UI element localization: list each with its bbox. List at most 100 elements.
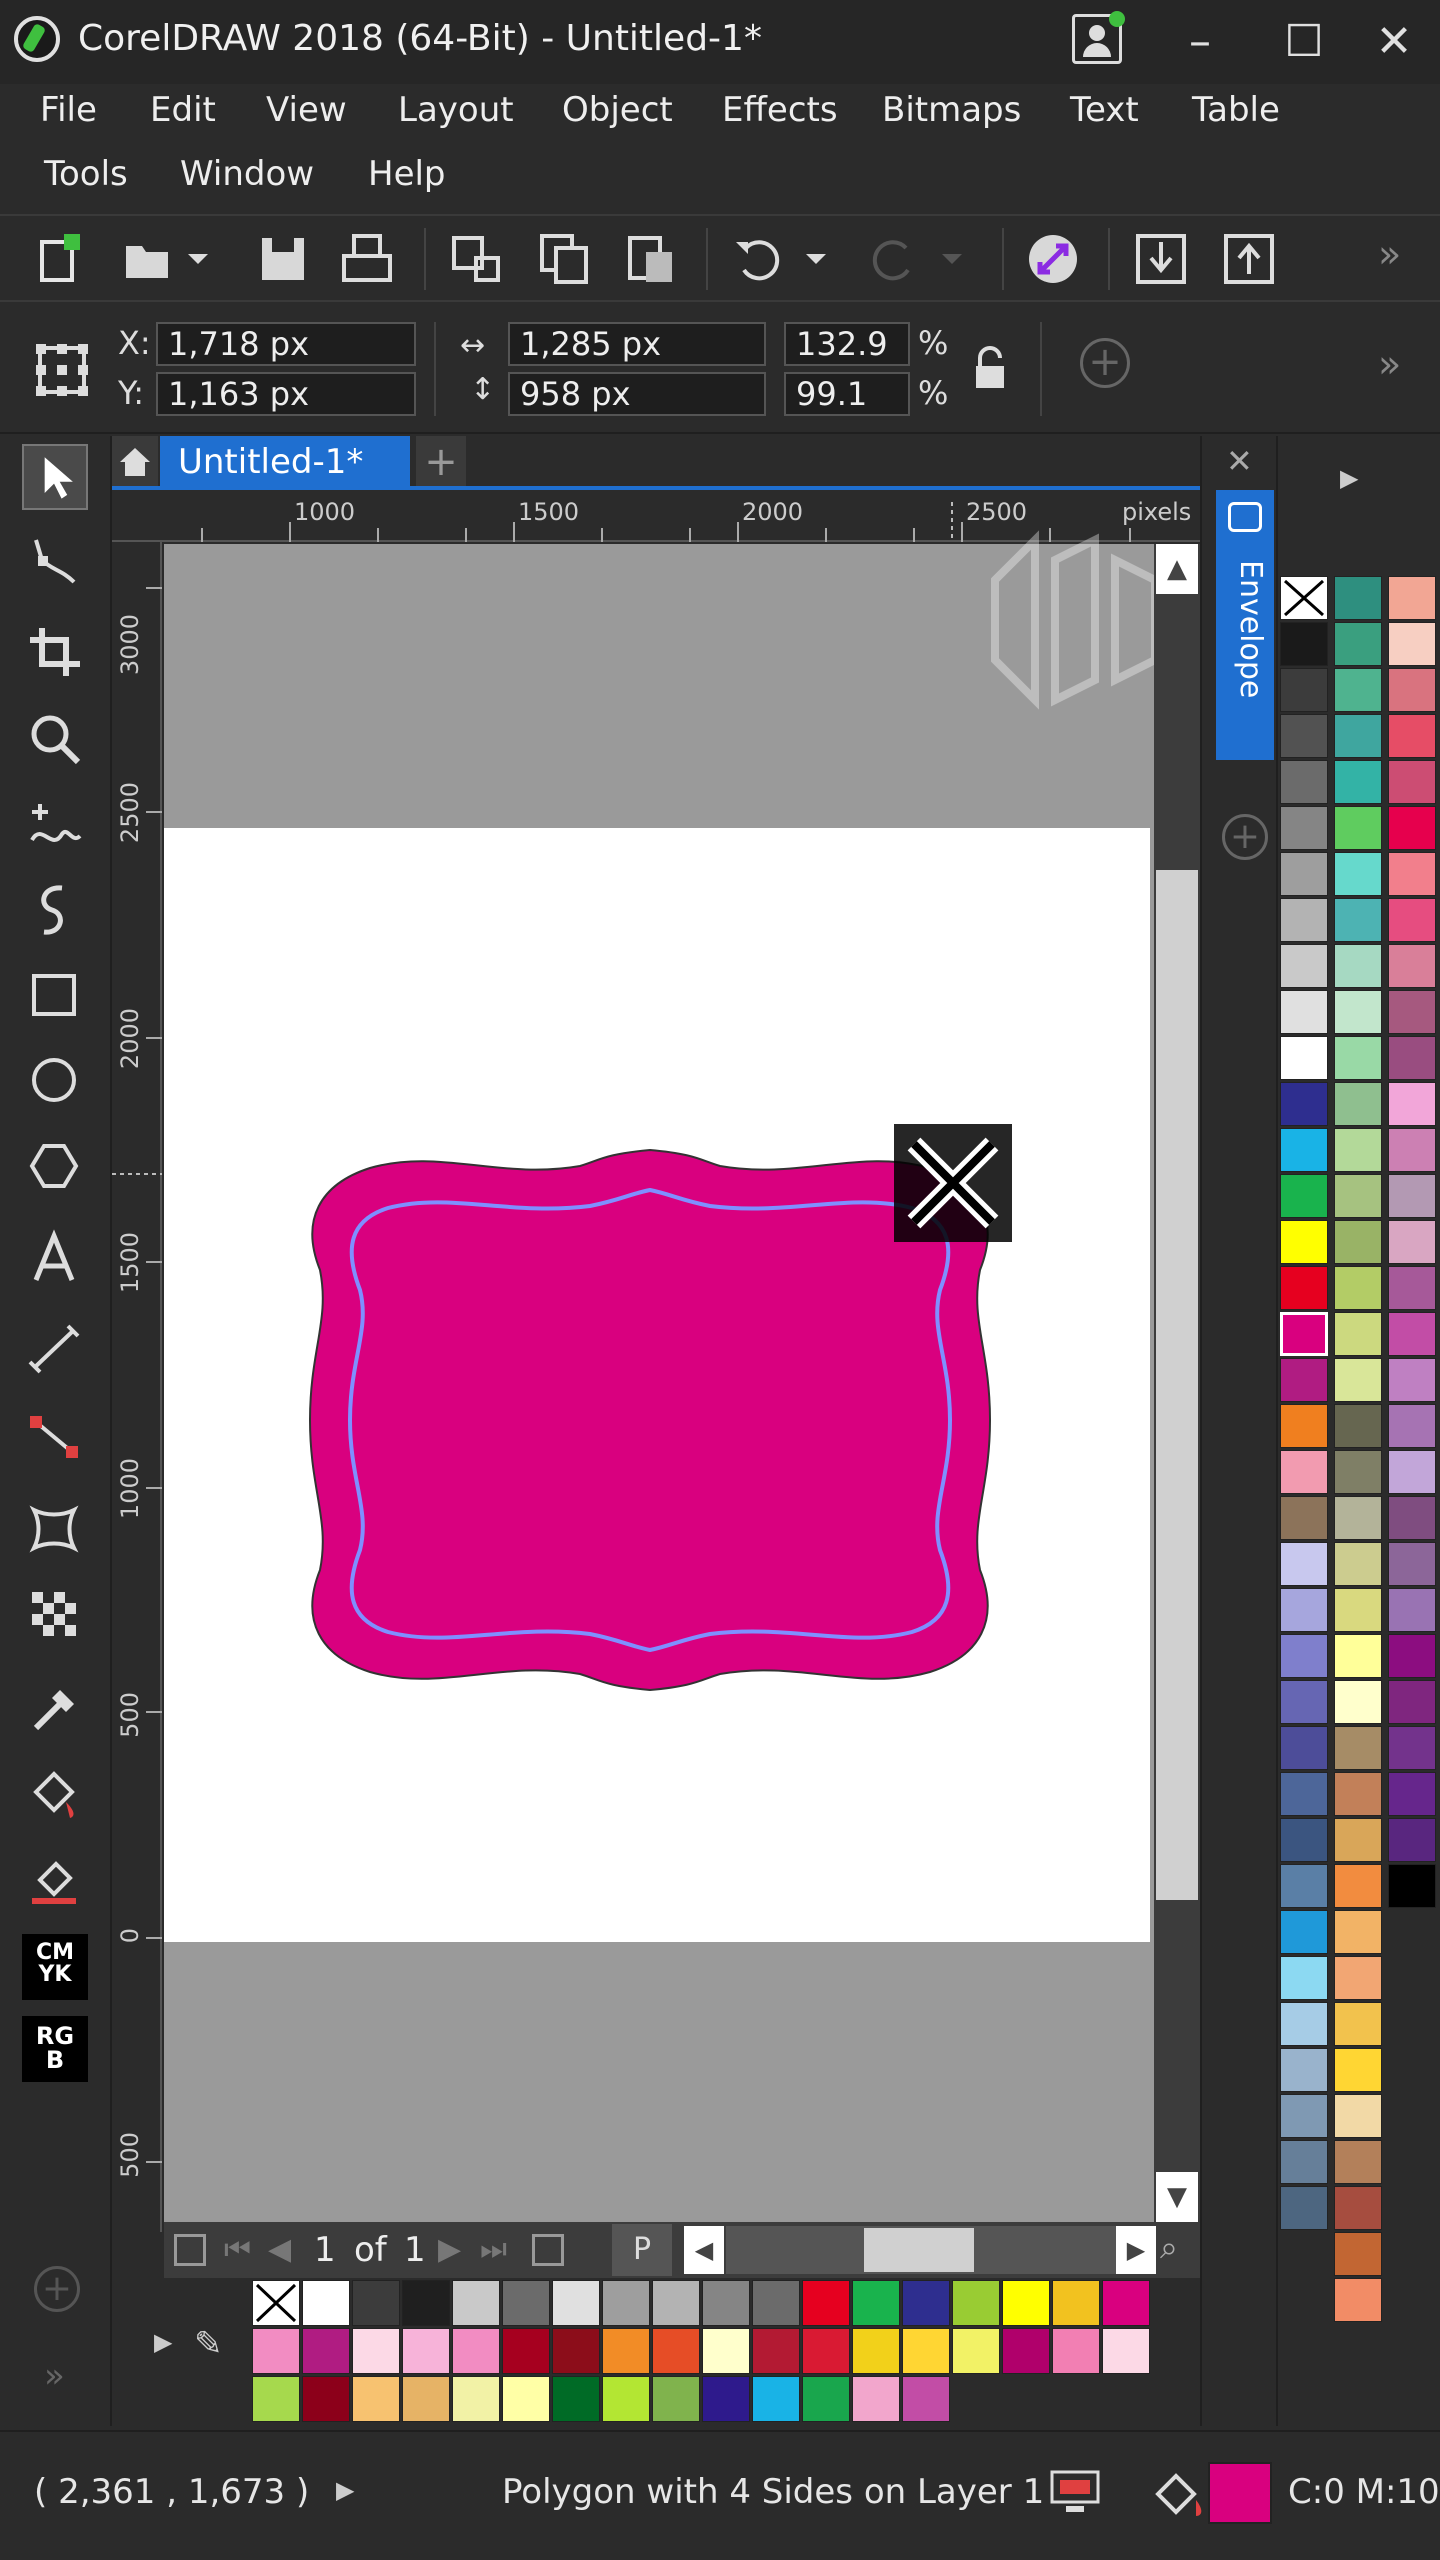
scroll-left-icon[interactable]: ◀: [684, 2226, 724, 2274]
document-palette-swatch[interactable]: [352, 2328, 400, 2374]
toolbox-overflow-icon[interactable]: »: [44, 2356, 65, 2396]
document-palette-swatch[interactable]: [452, 2280, 500, 2326]
palette-swatch[interactable]: [1334, 1312, 1382, 1356]
palette-swatch[interactable]: [1334, 1542, 1382, 1586]
print-icon[interactable]: [340, 232, 394, 286]
palette-swatch[interactable]: [1280, 1036, 1328, 1080]
palette-swatch[interactable]: [1334, 2232, 1382, 2276]
palette-swatch[interactable]: [1334, 1450, 1382, 1494]
vertical-ruler[interactable]: 3000 2500 2000 1500 1000 500 0 500: [112, 542, 162, 2232]
palette-swatch[interactable]: [1280, 1956, 1328, 2000]
maximize-icon[interactable]: ☐: [1274, 14, 1334, 70]
palette-swatch[interactable]: [1334, 714, 1382, 758]
add-property-icon[interactable]: +: [1080, 338, 1130, 388]
palette-swatch[interactable]: [1388, 806, 1436, 850]
paste-icon[interactable]: [624, 232, 678, 286]
zoom-tool-icon[interactable]: [22, 706, 88, 772]
palette-swatch[interactable]: [1334, 1404, 1382, 1448]
document-palette-swatch[interactable]: [852, 2280, 900, 2326]
document-palette-swatch[interactable]: [1052, 2280, 1100, 2326]
polygon-tool-icon[interactable]: [22, 1134, 88, 1200]
palette-swatch[interactable]: [1334, 2048, 1382, 2092]
menu-layout[interactable]: Layout: [398, 90, 514, 130]
document-palette-swatch[interactable]: [302, 2328, 350, 2374]
document-palette-swatch[interactable]: [252, 2376, 300, 2422]
document-palette-swatch[interactable]: [502, 2280, 550, 2326]
interactive-fill-tool-icon[interactable]: [22, 1762, 88, 1828]
palette-swatch[interactable]: [1388, 852, 1436, 896]
document-palette-swatch[interactable]: [502, 2376, 550, 2422]
open-icon[interactable]: [122, 232, 176, 286]
palette-swatch[interactable]: [1388, 1680, 1436, 1724]
menu-file[interactable]: File: [40, 90, 97, 130]
document-palette-swatch[interactable]: [252, 2328, 300, 2374]
height-field[interactable]: 958 px: [508, 372, 766, 416]
document-palette-swatch[interactable]: [602, 2376, 650, 2422]
palette-swatch[interactable]: [1280, 990, 1328, 1034]
palette-swatch[interactable]: [1280, 1082, 1328, 1126]
menu-help[interactable]: Help: [368, 154, 446, 194]
palette-swatch[interactable]: [1334, 2186, 1382, 2230]
palette-swatch[interactable]: [1334, 2278, 1382, 2322]
toolbar-overflow-icon[interactable]: »: [1378, 232, 1401, 276]
palette-swatch[interactable]: [1280, 1266, 1328, 1310]
next-page-icon[interactable]: ▶: [438, 2232, 461, 2267]
document-palette-swatch[interactable]: [602, 2280, 650, 2326]
document-palette-swatch[interactable]: [802, 2280, 850, 2326]
smart-fill-tool-icon[interactable]: [22, 1846, 88, 1912]
palette-scroll-icon[interactable]: ▶: [1340, 464, 1358, 492]
palette-swatch[interactable]: [1388, 1772, 1436, 1816]
palette-swatch[interactable]: [1388, 714, 1436, 758]
palette-swatch[interactable]: [1280, 1496, 1328, 1540]
palette-swatch[interactable]: [1280, 1128, 1328, 1172]
palette-swatch[interactable]: [1334, 944, 1382, 988]
document-palette-swatch[interactable]: [702, 2328, 750, 2374]
palette-swatch[interactable]: [1334, 1496, 1382, 1540]
add-tool-icon[interactable]: +: [34, 2266, 80, 2312]
palette-swatch[interactable]: [1280, 2094, 1328, 2138]
menu-tools[interactable]: Tools: [44, 154, 128, 194]
palette-swatch[interactable]: [1388, 1404, 1436, 1448]
menu-table[interactable]: Table: [1192, 90, 1280, 130]
document-palette-swatch[interactable]: [802, 2376, 850, 2422]
palette-swatch[interactable]: [1388, 1496, 1436, 1540]
palette-swatch[interactable]: [1280, 944, 1328, 988]
corel-connect-icon[interactable]: [1026, 232, 1080, 286]
palette-swatch[interactable]: [1388, 668, 1436, 712]
palette-swatch[interactable]: [1334, 1128, 1382, 1172]
fill-icon[interactable]: [1152, 2470, 1206, 2520]
home-tab[interactable]: [112, 436, 158, 488]
document-palette-swatch[interactable]: [302, 2280, 350, 2326]
palette-swatch[interactable]: [1280, 1450, 1328, 1494]
user-account-icon[interactable]: [1072, 11, 1125, 64]
document-palette-swatch[interactable]: [802, 2328, 850, 2374]
shape-tool-icon[interactable]: [22, 530, 88, 596]
palette-swatch[interactable]: [1280, 2002, 1328, 2046]
palette-swatch[interactable]: [1334, 2094, 1382, 2138]
palette-swatch[interactable]: [1388, 1818, 1436, 1862]
copy-icon[interactable]: [538, 232, 592, 286]
palette-swatch[interactable]: [1334, 1956, 1382, 2000]
document-palette-swatch[interactable]: [552, 2280, 600, 2326]
palette-swatch[interactable]: [1388, 576, 1436, 620]
menu-edit[interactable]: Edit: [150, 90, 216, 130]
palette-swatch[interactable]: [1388, 1036, 1436, 1080]
palette-swatch[interactable]: [1280, 1174, 1328, 1218]
document-palette-swatch[interactable]: [502, 2328, 550, 2374]
palette-swatch[interactable]: [1334, 852, 1382, 896]
lock-icon[interactable]: [972, 346, 1008, 390]
document-palette-swatch[interactable]: [1002, 2328, 1050, 2374]
palette-swatch[interactable]: [1334, 1634, 1382, 1678]
rgb-icon[interactable]: RG B: [22, 2016, 88, 2082]
parallel-dimension-tool-icon[interactable]: [22, 1316, 88, 1382]
palette-swatch[interactable]: [1280, 1404, 1328, 1448]
palette-swatch[interactable]: [1334, 1910, 1382, 1954]
document-palette-swatch[interactable]: [552, 2328, 600, 2374]
document-palette-swatch[interactable]: [452, 2376, 500, 2422]
close-icon[interactable]: ✕: [1364, 14, 1424, 70]
document-palette-swatch[interactable]: [652, 2376, 700, 2422]
artistic-media-tool-icon[interactable]: [22, 876, 88, 942]
undo-icon[interactable]: [732, 232, 786, 286]
eyedropper-tool-icon[interactable]: [22, 1676, 88, 1742]
x-position-field[interactable]: 1,718 px: [156, 322, 416, 366]
